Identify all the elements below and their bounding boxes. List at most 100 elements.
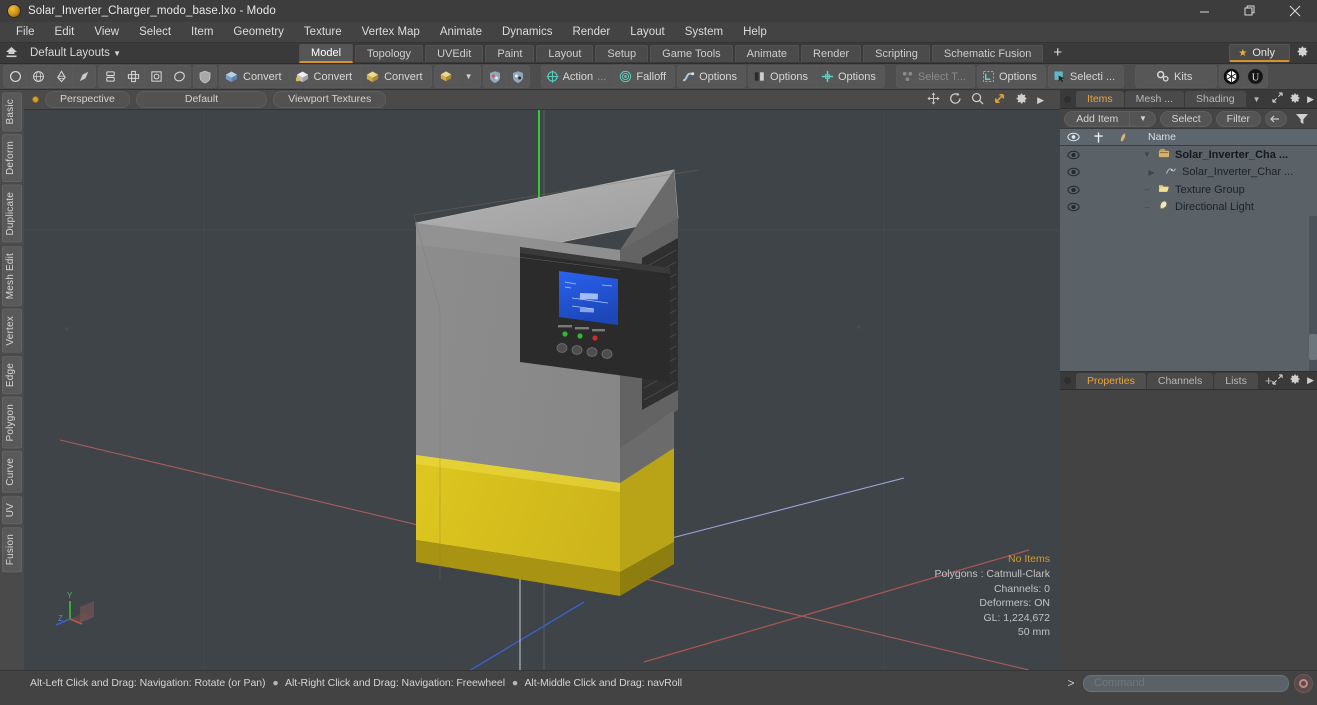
tab-channels[interactable]: Channels xyxy=(1146,372,1214,389)
layout-tab-paint[interactable]: Paint xyxy=(485,44,535,62)
arrow-right-icon[interactable]: ▶ xyxy=(1307,375,1314,386)
panel-collapse-dot[interactable] xyxy=(1064,377,1071,384)
layout-tab-layout[interactable]: Layout xyxy=(536,44,594,62)
gear-icon[interactable] xyxy=(1296,45,1313,61)
viewport-state-dot[interactable] xyxy=(32,96,39,103)
item-list-scrollbar[interactable] xyxy=(1309,216,1317,371)
convert-yellow-button[interactable]: Convert xyxy=(361,66,431,87)
pan-icon[interactable] xyxy=(927,92,940,107)
rotate-icon[interactable] xyxy=(949,92,962,107)
layout-tab-uvedit[interactable]: UVEdit xyxy=(425,44,484,62)
eye-icon[interactable] xyxy=(1060,150,1086,160)
menu-item-edit[interactable]: Edit xyxy=(45,24,85,40)
circle-primitive-icon[interactable] xyxy=(4,66,26,87)
properties-panel-body[interactable] xyxy=(1060,390,1317,670)
pen-primitive-icon[interactable] xyxy=(73,66,95,87)
menu-item-animate[interactable]: Animate xyxy=(430,24,492,40)
viewport-shading-mode[interactable]: Viewport Textures xyxy=(273,91,387,108)
menu-item-geometry[interactable]: Geometry xyxy=(223,24,294,40)
workplane-options-button[interactable]: Options xyxy=(816,66,884,87)
snapping-options-button[interactable]: Options xyxy=(678,66,746,87)
layout-tab-game-tools[interactable]: Game Tools xyxy=(650,44,733,62)
left-tab-fusion[interactable]: Fusion xyxy=(2,527,22,573)
cube-yellow-icon[interactable] xyxy=(434,66,457,87)
menu-item-select[interactable]: Select xyxy=(129,24,181,40)
selection-options-button[interactable]: Options xyxy=(977,66,1045,87)
menu-item-texture[interactable]: Texture xyxy=(294,24,352,40)
menu-item-dynamics[interactable]: Dynamics xyxy=(492,24,562,40)
arrow-right-icon[interactable]: ▶ xyxy=(1307,94,1314,105)
tab-items[interactable]: Items xyxy=(1076,91,1124,107)
layout-tab-animate[interactable]: Animate xyxy=(734,44,800,62)
sphere-primitive-icon[interactable] xyxy=(27,66,49,87)
scrollbar-thumb[interactable] xyxy=(1309,334,1317,360)
symmetry-options-button[interactable]: Options xyxy=(749,66,816,87)
viewport-preset[interactable]: Default xyxy=(135,91,268,108)
layout-tab-setup[interactable]: Setup xyxy=(595,44,649,62)
twisty-closed-icon[interactable]: ▶ xyxy=(1136,168,1158,177)
select-button[interactable]: Select xyxy=(1160,110,1212,127)
selection-sets-button[interactable]: Selecti ... xyxy=(1048,66,1124,87)
collapse-icon[interactable] xyxy=(1265,110,1287,127)
cone-primitive-icon[interactable] xyxy=(50,66,72,87)
stack-icon[interactable] xyxy=(99,66,121,87)
left-tab-basic[interactable]: Basic xyxy=(2,92,22,132)
menu-item-layout[interactable]: Layout xyxy=(620,24,675,40)
menu-item-view[interactable]: View xyxy=(84,24,129,40)
layout-tab-scripting[interactable]: Scripting xyxy=(863,44,930,62)
left-tab-duplicate[interactable]: Duplicate xyxy=(2,185,22,243)
layout-tab-render[interactable]: Render xyxy=(801,44,862,62)
eye-icon[interactable] xyxy=(1060,185,1086,195)
viewport-3d-scene[interactable]: × × No Items Polygons: Catmull-Clark Ch… xyxy=(24,110,1060,670)
left-tab-uv[interactable]: UV xyxy=(2,496,22,525)
layout-tab-model[interactable]: Model xyxy=(299,43,354,63)
list-item[interactable]: – Texture Group xyxy=(1060,181,1317,199)
left-tab-edge[interactable]: Edge xyxy=(2,355,22,394)
default-layouts-menu[interactable]: Default Layouts ▼ xyxy=(22,47,129,59)
gear-icon[interactable] xyxy=(1289,92,1301,107)
twisty-open-icon[interactable]: ▼ xyxy=(1136,150,1158,159)
left-tab-curve[interactable]: Curve xyxy=(2,451,22,494)
eye-icon[interactable] xyxy=(1060,202,1086,212)
tab-mesh[interactable]: Mesh ... xyxy=(1124,91,1185,107)
left-tab-vertex[interactable]: Vertex xyxy=(2,309,22,353)
home-icon[interactable] xyxy=(0,46,22,61)
command-input[interactable] xyxy=(1083,674,1289,692)
chevron-down-icon[interactable]: ▼ xyxy=(1247,91,1267,108)
mesh-paint-alt-icon[interactable] xyxy=(506,66,529,87)
convert-blue-button[interactable]: Convert xyxy=(220,66,290,87)
left-tab-deform[interactable]: Deform xyxy=(2,134,22,183)
select-through-button[interactable]: Select T... xyxy=(896,66,974,87)
add-layout-tab-button[interactable]: + xyxy=(1045,45,1070,62)
left-tab-polygon[interactable]: Polygon xyxy=(2,396,22,449)
tab-properties[interactable]: Properties xyxy=(1076,372,1146,389)
fit-icon[interactable] xyxy=(993,92,1006,107)
close-icon[interactable] xyxy=(1272,0,1317,22)
menu-item-system[interactable]: System xyxy=(675,24,733,40)
menu-item-help[interactable]: Help xyxy=(733,24,777,40)
only-toggle-button[interactable]: ★ Only xyxy=(1229,44,1290,62)
menu-item-item[interactable]: Item xyxy=(181,24,223,40)
shield-icon[interactable] xyxy=(194,66,216,87)
convert-white-button[interactable]: Convert xyxy=(290,66,361,87)
menu-item-render[interactable]: Render xyxy=(562,24,620,40)
restore-icon[interactable] xyxy=(1227,0,1272,22)
layout-tab-topology[interactable]: Topology xyxy=(355,44,424,62)
action-center-button[interactable]: Action ... xyxy=(541,66,615,87)
list-item[interactable]: ▶ Solar_Inverter_Char ... xyxy=(1060,164,1317,182)
falloff-button[interactable]: Falloff xyxy=(615,66,675,87)
add-item-caret-icon[interactable]: ▼ xyxy=(1130,110,1157,127)
kits-button[interactable]: Kits xyxy=(1136,66,1217,87)
filter-button[interactable]: Filter xyxy=(1215,110,1261,127)
menu-item-file[interactable]: File xyxy=(6,24,45,40)
axis-gizmo[interactable]: Y Z xyxy=(52,587,108,642)
left-tab-mesh-edit[interactable]: Mesh Edit xyxy=(2,245,22,307)
cross-array-icon[interactable] xyxy=(122,66,144,87)
viewport-view-mode[interactable]: Perspective xyxy=(45,91,130,108)
ellipse-icon[interactable] xyxy=(168,66,190,87)
item-list-empty-area[interactable] xyxy=(1060,216,1317,371)
tab-shading[interactable]: Shading xyxy=(1185,91,1246,107)
mesh-paint-icon[interactable] xyxy=(483,66,506,87)
funnel-icon[interactable] xyxy=(1291,111,1313,127)
eye-icon[interactable] xyxy=(1060,167,1086,177)
